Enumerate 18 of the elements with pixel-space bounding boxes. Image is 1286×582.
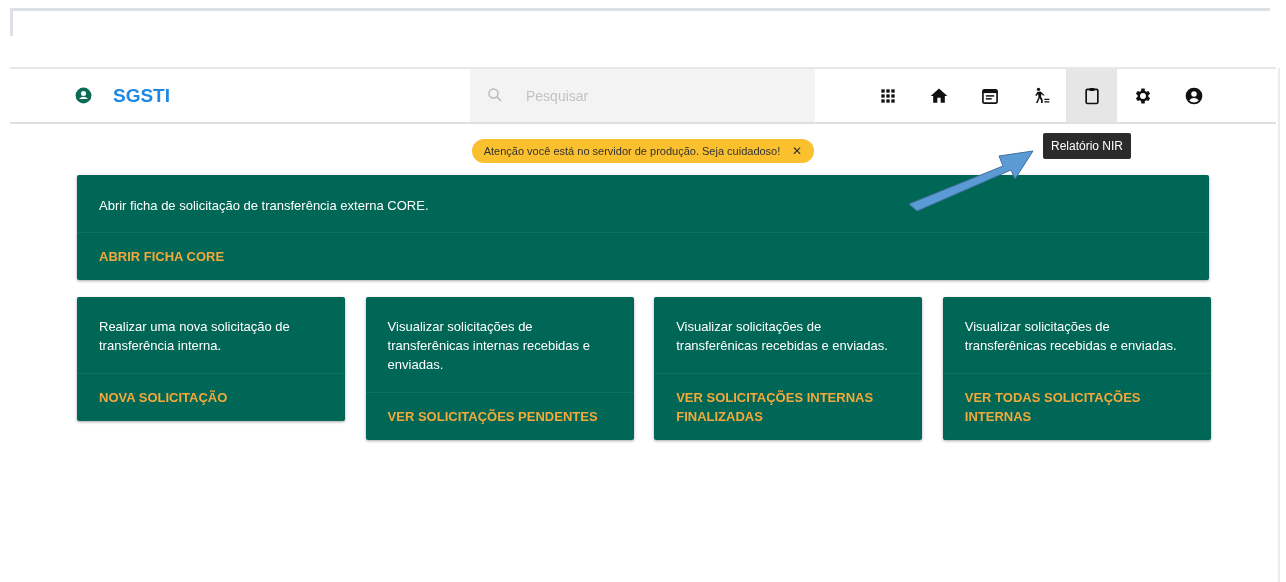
app-name[interactable]: SGSTI xyxy=(113,84,170,107)
user-circle-icon xyxy=(74,86,93,105)
search-icon xyxy=(486,86,504,104)
card-link[interactable]: ABRIR FICHA CORE xyxy=(99,247,225,266)
card-link[interactable]: VER TODAS SOLICITAÇÕES INTERNAS xyxy=(964,388,1189,426)
card-text: Visualizar solicitações de transferênicas recebidas e enviadas. xyxy=(675,318,889,355)
card-link[interactable]: VER SOLICITAÇÕES PENDENTES xyxy=(387,407,598,426)
account-icon xyxy=(1183,85,1204,106)
card-text: Realizar uma nova solicitação de transferência interna. xyxy=(98,318,291,355)
close-button[interactable]: ✕ xyxy=(792,144,803,158)
nav-button[interactable] xyxy=(1066,69,1117,122)
card-text: Visualizar solicitações de transferênicas recebidas e enviadas. xyxy=(963,318,1178,355)
alert-text: Atenção você está no servidor de produção. Seja cuidadoso! xyxy=(483,145,781,157)
card-link[interactable]: NOVA SOLICITAÇÃO xyxy=(99,388,228,407)
card-text: Abrir ficha de solicitação de transferência externa CORE. xyxy=(99,198,429,213)
card-text: Visualizar solicitações de transferênicas internas recebidas e enviadas. xyxy=(386,318,591,374)
tooltip: Relatório NIR xyxy=(1043,133,1132,159)
card-link[interactable]: VER SOLICITAÇÕES INTERNAS FINALIZADAS xyxy=(676,388,901,426)
